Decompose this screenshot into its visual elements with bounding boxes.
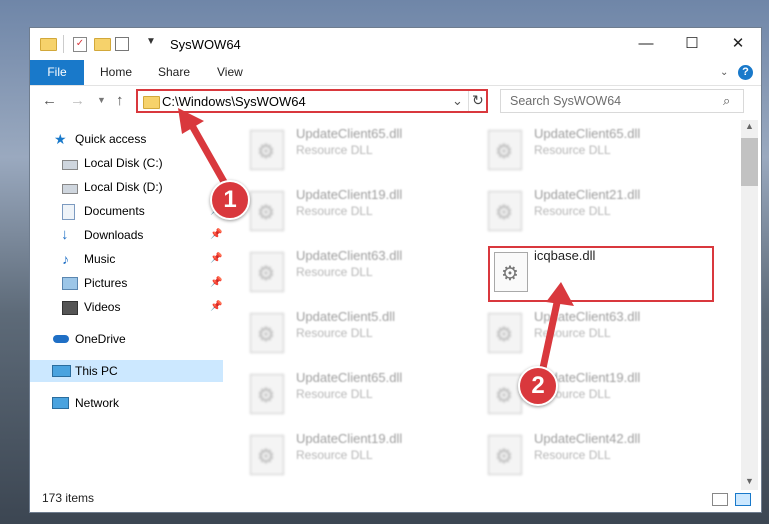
annotation-arrows <box>178 108 574 386</box>
step-badge-2: 2 <box>518 366 558 406</box>
arrow-2-head <box>546 282 574 306</box>
step-badge-1: 1 <box>210 180 250 220</box>
